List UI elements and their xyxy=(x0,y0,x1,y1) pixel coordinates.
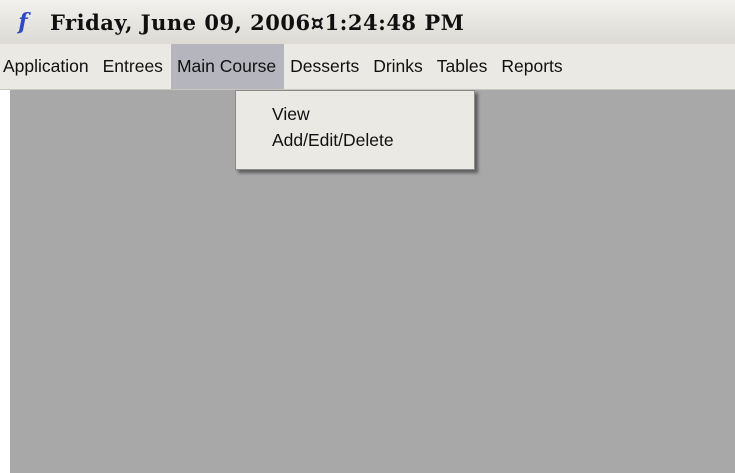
menu-bar: Application Entrees Main Course Desserts… xyxy=(0,44,735,90)
left-edge xyxy=(0,90,10,473)
dropdown-item-view[interactable]: View xyxy=(236,101,474,127)
title-bar: f Friday, June 09, 2006¤1:24:48 PM xyxy=(0,0,735,44)
dropdown-item-add-edit-delete[interactable]: Add/Edit/Delete xyxy=(236,127,474,153)
menu-application[interactable]: Application xyxy=(0,44,97,89)
menu-tables[interactable]: Tables xyxy=(431,44,496,89)
menu-drinks[interactable]: Drinks xyxy=(367,44,431,89)
app-f-icon: f xyxy=(18,9,28,35)
menu-entrees[interactable]: Entrees xyxy=(97,44,171,89)
application-window: f Friday, June 09, 2006¤1:24:48 PM Appli… xyxy=(0,0,735,473)
main-course-dropdown: View Add/Edit/Delete xyxy=(235,90,475,170)
menu-reports[interactable]: Reports xyxy=(495,44,570,89)
window-title: Friday, June 09, 2006¤1:24:48 PM xyxy=(50,9,465,35)
menu-desserts[interactable]: Desserts xyxy=(284,44,367,89)
menu-main-course[interactable]: Main Course xyxy=(170,44,285,89)
